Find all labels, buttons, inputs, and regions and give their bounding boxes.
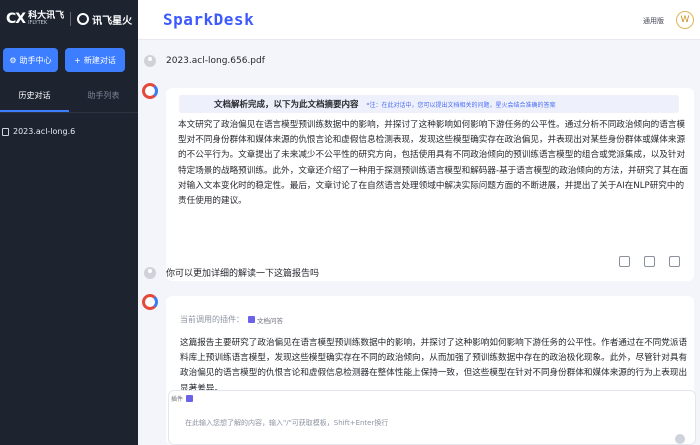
chat-input-box[interactable]: 插件 在此输入您想了解的内容，输入"/"可获取模板，Shift+Enter换行 <box>168 390 696 445</box>
plugin-name: 文档问答 <box>257 316 283 325</box>
iflytek-logo-sub: IFLYTEK <box>28 20 48 26</box>
summary-body: 本文研究了政治偏见在语言模型预训练数据中的影响，并探讨了这种影响如何影响下游任务… <box>178 120 689 207</box>
new-chat-button[interactable]: + 新建对话 <box>65 48 125 72</box>
chat-area: 2023.acl-long.656.pdf 文档解析完成，以下为此文档摘要内容 … <box>138 40 700 445</box>
spark-bot-icon <box>142 294 158 310</box>
thumbs-up-icon[interactable] <box>644 256 655 267</box>
user-message: 你可以更加详细的解读一下这篇报告吗 <box>144 266 319 279</box>
tab-assistants[interactable]: 助手列表 <box>69 90 138 112</box>
send-icon[interactable] <box>675 434 685 444</box>
plugin-icon <box>186 395 194 402</box>
spark-bot-icon <box>142 83 158 99</box>
plugin-icon <box>248 316 255 323</box>
brand-bar: CX 科大讯飞 IFLYTEK 讯飞星火 <box>0 0 138 38</box>
sidebar: CX 科大讯飞 IFLYTEK 讯飞星火 ⚙ 助手中心 + 新建对话 历史对话 … <box>0 0 138 445</box>
plugin-indicator: 当前调用的插件： 文档问答 <box>180 314 283 325</box>
summary-header: 文档解析完成，以下为此文档摘要内容 *注：在此对话中，您可以提出文档相关的问题，… <box>179 95 679 113</box>
copy-icon[interactable] <box>619 256 630 267</box>
user-avatar-icon <box>144 266 156 279</box>
plugin-label: 当前调用的插件： <box>180 315 244 324</box>
summary-card: 文档解析完成，以下为此文档摘要内容 *注：在此对话中，您可以提出文档相关的问题，… <box>166 88 694 281</box>
chat-input-placeholder[interactable]: 在此输入您想了解的内容，输入"/"可获取模板，Shift+Enter换行 <box>185 418 388 428</box>
spark-logo-icon <box>77 13 90 25</box>
plus-icon: + <box>74 55 81 65</box>
history-item[interactable]: 2023.acl-long.6 <box>0 113 138 136</box>
message-actions <box>619 256 680 267</box>
spark-logo-text: 讯飞星火 <box>92 15 133 27</box>
app-title: SparkDesk <box>163 10 255 29</box>
user-message-text: 2023.acl-long.656.pdf <box>166 56 265 66</box>
user-avatar-icon <box>144 55 156 67</box>
user-message-text: 你可以更加详细的解读一下这篇报告吗 <box>166 269 320 279</box>
user-avatar[interactable]: W <box>676 11 694 29</box>
document-icon <box>2 127 9 136</box>
iflytek-logo: CX 科大讯飞 IFLYTEK <box>6 11 64 27</box>
history-item-label: 2023.acl-long.6 <box>13 127 76 136</box>
thumbs-down-icon[interactable] <box>669 256 680 267</box>
header: SparkDesk 通用版 W <box>138 0 700 40</box>
help-center-button[interactable]: ⚙ 助手中心 <box>3 48 58 72</box>
new-chat-label: 新建对话 <box>83 55 116 65</box>
user-message: 2023.acl-long.656.pdf <box>144 55 265 67</box>
plugin-button[interactable]: 插件 <box>171 394 194 403</box>
gear-icon: ⚙ <box>9 55 17 65</box>
summary-note: *注：在此对话中，您可以提出文档相关的问题，星火会结合准确的答案 <box>366 101 556 109</box>
version-label[interactable]: 通用版 <box>643 16 664 26</box>
plugin-tag: 文档问答 <box>248 315 283 325</box>
answer-body: 这篇报告主要研究了政治偏见在语言模型预训练数据中的影响，并探讨了这种影响如何影响… <box>180 338 688 394</box>
help-center-label: 助手中心 <box>19 55 52 65</box>
iflytek-logo-mark: CX <box>6 11 26 27</box>
tab-history[interactable]: 历史对话 <box>0 90 69 112</box>
brand-divider <box>70 12 72 26</box>
summary-title: 文档解析完成，以下为此文档摘要内容 <box>214 100 359 110</box>
plugin-button-label: 插件 <box>171 396 184 403</box>
spark-logo: 讯飞星火 <box>77 12 132 27</box>
